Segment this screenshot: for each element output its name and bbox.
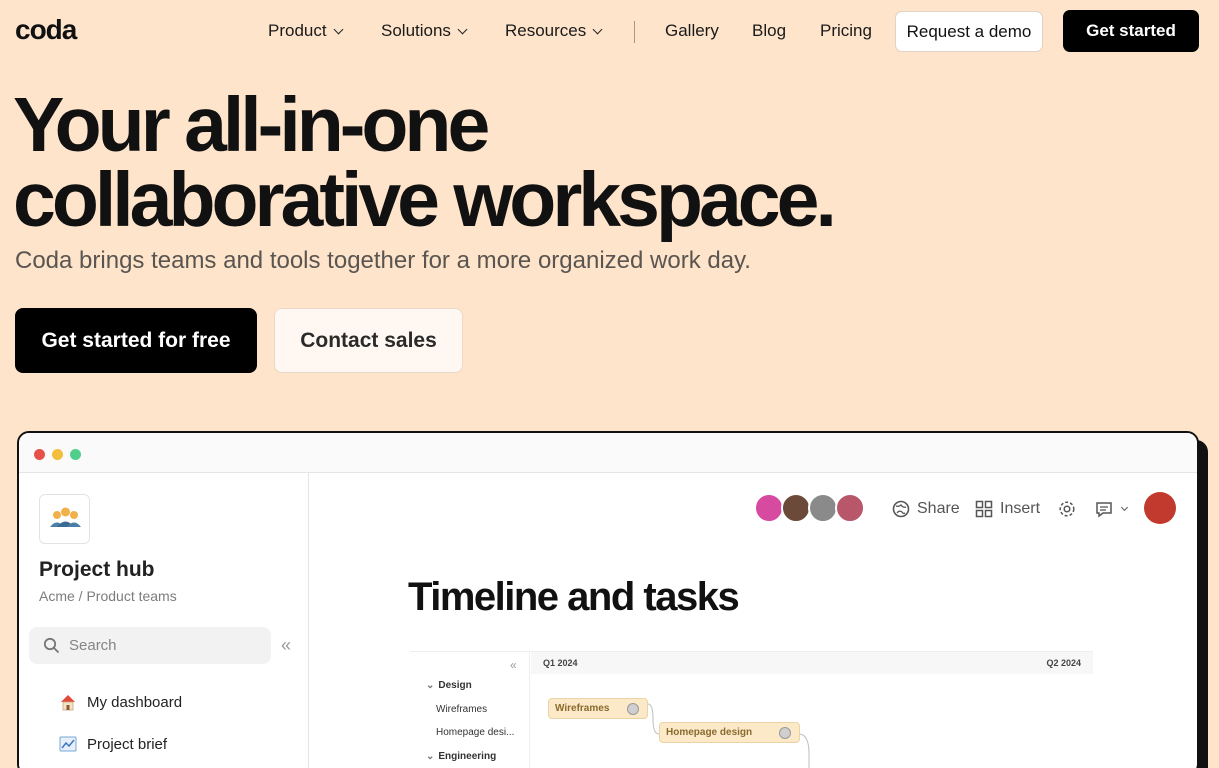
chevron-down-icon <box>1120 503 1129 511</box>
comment-icon <box>1096 502 1112 518</box>
timeline: « ⌄ Design Wireframes Homepage desi... ⌄ E… <box>410 651 1093 768</box>
avatar[interactable] <box>835 493 865 523</box>
nav-product[interactable]: Product <box>268 21 344 41</box>
nav-product-label: Product <box>268 21 327 40</box>
get-started-button[interactable]: Get started <box>1063 10 1199 52</box>
nav-pricing[interactable]: Pricing <box>820 21 872 41</box>
team-icon <box>39 494 90 544</box>
insert-button[interactable]: Insert <box>975 500 1040 518</box>
nav-blog[interactable]: Blog <box>752 21 786 41</box>
group-label: Engineering <box>438 751 497 762</box>
request-demo-button[interactable]: Request a demo <box>895 11 1043 52</box>
doc-sidebar: Project hub Acme / Product teams Search … <box>19 473 309 768</box>
comments-button[interactable] <box>1095 500 1129 518</box>
timeline-bar[interactable]: Homepage design <box>659 722 800 743</box>
group-label: Design <box>438 680 472 691</box>
chevron-down-icon: ⌄ <box>426 751 435 762</box>
bar-label: Homepage design <box>666 727 753 738</box>
window-titlebar <box>19 433 1197 473</box>
house-icon <box>61 695 75 711</box>
timeline-header: Q1 2024 Q2 2024 <box>531 652 1093 674</box>
timeline-row-label[interactable]: Homepage desi... <box>436 727 514 738</box>
sidebar-item-label: My dashboard <box>87 693 183 711</box>
search-placeholder: Search <box>69 637 117 654</box>
doc-title: Project hub <box>39 558 155 581</box>
search-icon <box>43 637 60 654</box>
share-label: Share <box>917 500 960 517</box>
hero-title-line2: collaborative workspace. <box>13 157 837 243</box>
avatar[interactable] <box>808 493 838 523</box>
hero-title: Your all-in-one collaborative workspace. <box>13 82 913 243</box>
nav-divider <box>634 21 635 43</box>
settings-button[interactable] <box>1058 500 1076 518</box>
hero-title-line1: Your all-in-one <box>13 82 490 168</box>
sidebar-item-my-dashboard[interactable]: My dashboard <box>59 693 182 711</box>
timeline-bar[interactable]: Wireframes <box>548 698 648 719</box>
hero-subtitle: Coda brings teams and tools together for… <box>15 247 751 274</box>
quarter-label: Q1 2024 <box>543 658 578 668</box>
avatar <box>779 727 791 739</box>
doc-main: Share Insert Timeline and tasks « ⌄ Desi… <box>310 473 1197 768</box>
timeline-group-engineering[interactable]: ⌄ Engineering <box>426 751 496 762</box>
minimize-dot-icon <box>52 449 63 460</box>
sidebar-item-project-brief[interactable]: Project brief <box>59 735 167 753</box>
timeline-row-labels: « ⌄ Design Wireframes Homepage desi... ⌄ E… <box>410 652 530 768</box>
share-button[interactable]: Share <box>892 500 960 518</box>
avatar <box>627 703 639 715</box>
contact-sales-button[interactable]: Contact sales <box>274 308 463 373</box>
app-window: Project hub Acme / Product teams Search … <box>17 431 1199 768</box>
close-dot-icon <box>34 449 45 460</box>
timeline-connectors <box>647 703 810 768</box>
nav-resources-label: Resources <box>505 21 587 40</box>
chevron-down-icon: ⌄ <box>426 680 435 691</box>
bar-label: Wireframes <box>555 703 610 714</box>
chart-icon <box>59 736 77 752</box>
chevron-down-icon <box>457 24 468 34</box>
doc-breadcrumb[interactable]: Acme / Product teams <box>39 588 177 604</box>
avatar[interactable] <box>754 493 784 523</box>
user-avatar[interactable] <box>1144 492 1176 524</box>
globe-icon <box>892 500 910 518</box>
nav-resources[interactable]: Resources <box>505 21 603 41</box>
chevron-down-icon <box>333 24 344 34</box>
avatar[interactable] <box>781 493 811 523</box>
sidebar-item-label: Project brief <box>87 735 168 753</box>
gear-icon <box>1059 501 1075 517</box>
maximize-dot-icon <box>70 449 81 460</box>
page-title: Timeline and tasks <box>408 575 740 619</box>
nav-gallery[interactable]: Gallery <box>665 21 719 41</box>
grid-icon <box>975 500 993 518</box>
coda-logo[interactable]: coda <box>15 14 77 46</box>
search-input[interactable]: Search <box>29 627 271 664</box>
top-nav: coda Product Solutions Resources Gallery… <box>0 0 1219 62</box>
nav-solutions[interactable]: Solutions <box>381 21 468 41</box>
quarter-label: Q2 2024 <box>1046 658 1081 668</box>
collapse-timeline-icon[interactable]: « <box>510 658 517 672</box>
chevron-down-icon <box>592 24 603 34</box>
timeline-group-design[interactable]: ⌄ Design <box>426 680 472 691</box>
nav-solutions-label: Solutions <box>381 21 451 40</box>
insert-label: Insert <box>1000 500 1041 517</box>
get-started-free-button[interactable]: Get started for free <box>15 308 257 373</box>
timeline-row-label[interactable]: Wireframes <box>436 704 487 715</box>
collapse-sidebar-icon[interactable]: « <box>281 635 291 656</box>
